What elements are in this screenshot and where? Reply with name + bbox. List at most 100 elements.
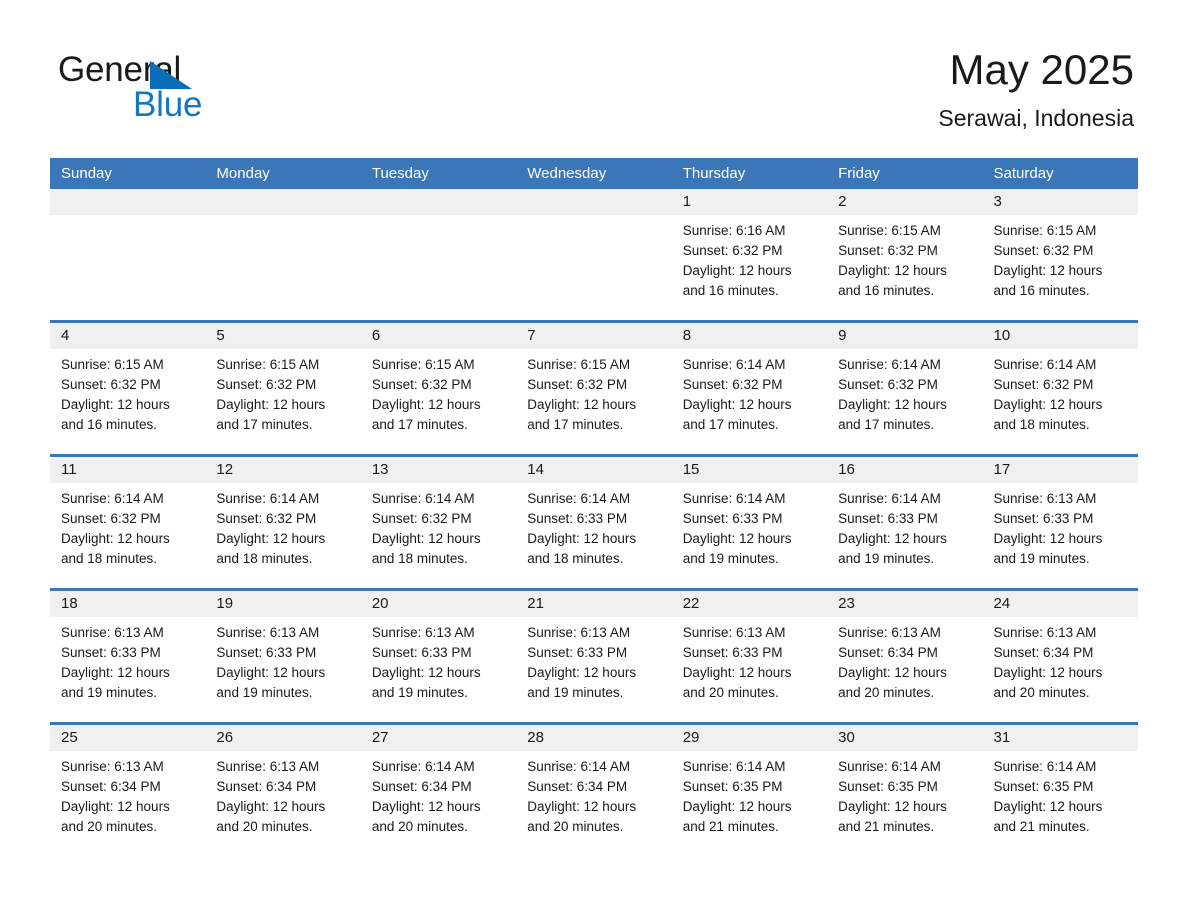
day-number <box>50 189 206 215</box>
calendar-day-cell[interactable]: 11 Sunrise: 6:14 AM Sunset: 6:32 PM Dayligh… <box>50 457 206 588</box>
day-number: 24 <box>982 591 1138 617</box>
sunset-text: Sunset: 6:34 PM <box>61 779 161 794</box>
daylight-text: Daylight: 12 hours and 21 minutes. <box>993 799 1103 834</box>
sunset-text: Sunset: 6:32 PM <box>993 243 1094 258</box>
sunset-text: Sunset: 6:33 PM <box>993 511 1094 526</box>
sunset-text: Sunset: 6:33 PM <box>682 511 783 526</box>
calendar-day-cell[interactable]: 30 Sunrise: 6:14 AM Sunset: 6:35 PM Dayligh… <box>827 725 983 856</box>
day-details <box>516 215 671 320</box>
daylight-text: Daylight: 12 hours and 20 minutes. <box>838 665 947 700</box>
calendar-day-cell[interactable]: 4 Sunrise: 6:15 AM Sunset: 6:32 PM Daylight… <box>50 323 206 454</box>
sunrise-text: Sunrise: 6:13 AM <box>993 625 1097 640</box>
sunrise-text: Sunrise: 6:15 AM <box>993 223 1097 238</box>
calendar-day-cell[interactable]: 22 Sunrise: 6:13 AM Sunset: 6:33 PM Dayligh… <box>671 591 828 722</box>
day-details: Sunrise: 6:14 AM Sunset: 6:33 PM Daylight:… <box>827 483 982 588</box>
day-number: 23 <box>827 591 983 617</box>
day-number: 28 <box>516 725 672 751</box>
calendar-day-cell[interactable]: 20 Sunrise: 6:13 AM Sunset: 6:33 PM Dayligh… <box>360 591 517 722</box>
day-number: 26 <box>205 725 361 751</box>
day-number: 2 <box>827 189 983 215</box>
daylight-text: Daylight: 12 hours and 20 minutes. <box>371 799 481 834</box>
day-number: 12 <box>205 457 361 483</box>
sunset-text: Sunset: 6:32 PM <box>371 377 472 392</box>
sunset-text: Sunset: 6:35 PM <box>682 779 783 794</box>
day-details: Sunrise: 6:14 AM Sunset: 6:35 PM Daylight:… <box>672 751 827 856</box>
sunrise-text: Sunrise: 6:13 AM <box>993 491 1097 506</box>
calendar-day-cell[interactable]: 8 Sunrise: 6:14 AM Sunset: 6:32 PM Daylight… <box>671 323 828 454</box>
calendar-day-cell[interactable]: 26 Sunrise: 6:13 AM Sunset: 6:34 PM Dayligh… <box>205 725 361 856</box>
calendar-week-row: 25 Sunrise: 6:13 AM Sunset: 6:34 PM Dayligh… <box>50 722 1138 856</box>
calendar-day-cell[interactable]: 24 Sunrise: 6:13 AM Sunset: 6:34 PM Dayligh… <box>982 591 1138 722</box>
calendar-day-cell[interactable]: 7 Sunrise: 6:15 AM Sunset: 6:32 PM Daylight… <box>516 323 672 454</box>
calendar-day-cell[interactable]: 27 Sunrise: 6:14 AM Sunset: 6:34 PM Dayligh… <box>360 725 517 856</box>
daylight-text: Daylight: 12 hours and 20 minutes. <box>216 799 326 834</box>
calendar-day-cell[interactable]: 3 Sunrise: 6:15 AM Sunset: 6:32 PM Daylight… <box>982 189 1138 320</box>
calendar-day-cell[interactable]: 17 Sunrise: 6:13 AM Sunset: 6:33 PM Dayligh… <box>982 457 1138 588</box>
daylight-text: Daylight: 12 hours and 18 minutes. <box>371 531 481 566</box>
calendar-day-cell[interactable]: 29 Sunrise: 6:14 AM Sunset: 6:35 PM Dayligh… <box>671 725 828 856</box>
day-number: 10 <box>982 323 1138 349</box>
sunset-text: Sunset: 6:33 PM <box>527 511 628 526</box>
day-number: 4 <box>50 323 206 349</box>
calendar-day-cell[interactable]: 1 Sunrise: 6:16 AM Sunset: 6:32 PM Daylight… <box>671 189 828 320</box>
calendar-day-cell[interactable]: 23 Sunrise: 6:13 AM Sunset: 6:34 PM Dayligh… <box>827 591 983 722</box>
daylight-text: Daylight: 12 hours and 17 minutes. <box>216 397 326 432</box>
daylight-text: Daylight: 12 hours and 17 minutes. <box>527 397 637 432</box>
calendar-day-cell[interactable]: 15 Sunrise: 6:14 AM Sunset: 6:33 PM Dayligh… <box>671 457 828 588</box>
weekday-header-saturday: Saturday <box>993 165 1054 182</box>
daylight-text: Daylight: 12 hours and 19 minutes. <box>216 665 326 700</box>
sunrise-text: Sunrise: 6:14 AM <box>216 491 320 506</box>
sunrise-text: Sunrise: 6:14 AM <box>371 491 475 506</box>
calendar-day-cell[interactable]: 28 Sunrise: 6:14 AM Sunset: 6:34 PM Dayligh… <box>516 725 672 856</box>
day-number: 13 <box>360 457 517 483</box>
calendar-day-cell[interactable]: 10 Sunrise: 6:14 AM Sunset: 6:32 PM Dayligh… <box>982 323 1138 454</box>
calendar-day-cell[interactable]: 31 Sunrise: 6:14 AM Sunset: 6:35 PM Dayligh… <box>982 725 1138 856</box>
sunset-text: Sunset: 6:32 PM <box>216 511 317 526</box>
day-details: Sunrise: 6:14 AM Sunset: 6:33 PM Daylight:… <box>516 483 671 588</box>
calendar-day-cell[interactable]: 5 Sunrise: 6:15 AM Sunset: 6:32 PM Daylight… <box>205 323 361 454</box>
daylight-text: Daylight: 12 hours and 19 minutes. <box>527 665 637 700</box>
sunset-text: Sunset: 6:33 PM <box>527 645 628 660</box>
calendar-day-cell[interactable]: 21 Sunrise: 6:13 AM Sunset: 6:33 PM Dayligh… <box>516 591 672 722</box>
calendar-day-cell[interactable]: 25 Sunrise: 6:13 AM Sunset: 6:34 PM Dayligh… <box>50 725 206 856</box>
calendar-day-cell[interactable]: 2 Sunrise: 6:15 AM Sunset: 6:32 PM Daylight… <box>827 189 983 320</box>
daylight-text: Daylight: 12 hours and 16 minutes. <box>993 263 1103 298</box>
daylight-text: Daylight: 12 hours and 17 minutes. <box>682 397 792 432</box>
calendar-day-cell[interactable]: 9 Sunrise: 6:14 AM Sunset: 6:32 PM Daylight… <box>827 323 983 454</box>
logo-text-blue: Blue <box>133 85 203 124</box>
sunrise-text: Sunrise: 6:15 AM <box>61 357 164 372</box>
sunset-text: Sunset: 6:34 PM <box>527 779 628 794</box>
daylight-text: Daylight: 12 hours and 19 minutes. <box>838 531 947 566</box>
generalblue-logo[interactable]: General Blue <box>58 50 318 130</box>
calendar-day-cell[interactable]: 16 Sunrise: 6:14 AM Sunset: 6:33 PM Dayligh… <box>827 457 983 588</box>
sunrise-text: Sunrise: 6:13 AM <box>682 625 786 640</box>
day-number: 20 <box>360 591 517 617</box>
day-number: 11 <box>50 457 206 483</box>
calendar-day-cell[interactable]: 19 Sunrise: 6:13 AM Sunset: 6:33 PM Dayligh… <box>205 591 361 722</box>
day-details: Sunrise: 6:14 AM Sunset: 6:35 PM Daylight:… <box>827 751 982 856</box>
day-number: 17 <box>982 457 1138 483</box>
calendar-day-cell[interactable]: 12 Sunrise: 6:14 AM Sunset: 6:32 PM Dayligh… <box>205 457 361 588</box>
sunrise-text: Sunrise: 6:14 AM <box>993 759 1097 774</box>
daylight-text: Daylight: 12 hours and 19 minutes. <box>371 665 481 700</box>
calendar-day-cell[interactable]: 18 Sunrise: 6:13 AM Sunset: 6:33 PM Dayligh… <box>50 591 206 722</box>
calendar-day-cell[interactable]: 14 Sunrise: 6:14 AM Sunset: 6:33 PM Dayligh… <box>516 457 672 588</box>
sunset-text: Sunset: 6:34 PM <box>371 779 472 794</box>
sunrise-text: Sunrise: 6:14 AM <box>61 491 164 506</box>
calendar-day-cell[interactable]: 13 Sunrise: 6:14 AM Sunset: 6:32 PM Dayligh… <box>360 457 517 588</box>
day-details: Sunrise: 6:13 AM Sunset: 6:34 PM Daylight:… <box>205 751 360 856</box>
sunset-text: Sunset: 6:33 PM <box>216 645 317 660</box>
sunset-text: Sunset: 6:32 PM <box>838 243 938 258</box>
calendar-day-cell-empty <box>205 189 361 320</box>
sunset-text: Sunset: 6:35 PM <box>993 779 1094 794</box>
sunrise-text: Sunrise: 6:13 AM <box>838 625 941 640</box>
sunrise-text: Sunrise: 6:13 AM <box>61 625 164 640</box>
sunset-text: Sunset: 6:32 PM <box>993 377 1094 392</box>
calendar-page: General Blue May 2025 Serawai, Indonesia… <box>0 0 1188 918</box>
daylight-text: Daylight: 12 hours and 21 minutes. <box>682 799 792 834</box>
sunset-text: Sunset: 6:34 PM <box>838 645 938 660</box>
sunset-text: Sunset: 6:33 PM <box>682 645 783 660</box>
day-details: Sunrise: 6:14 AM Sunset: 6:32 PM Daylight:… <box>205 483 360 588</box>
day-number: 27 <box>360 725 517 751</box>
calendar-day-cell[interactable]: 6 Sunrise: 6:15 AM Sunset: 6:32 PM Daylight… <box>360 323 517 454</box>
